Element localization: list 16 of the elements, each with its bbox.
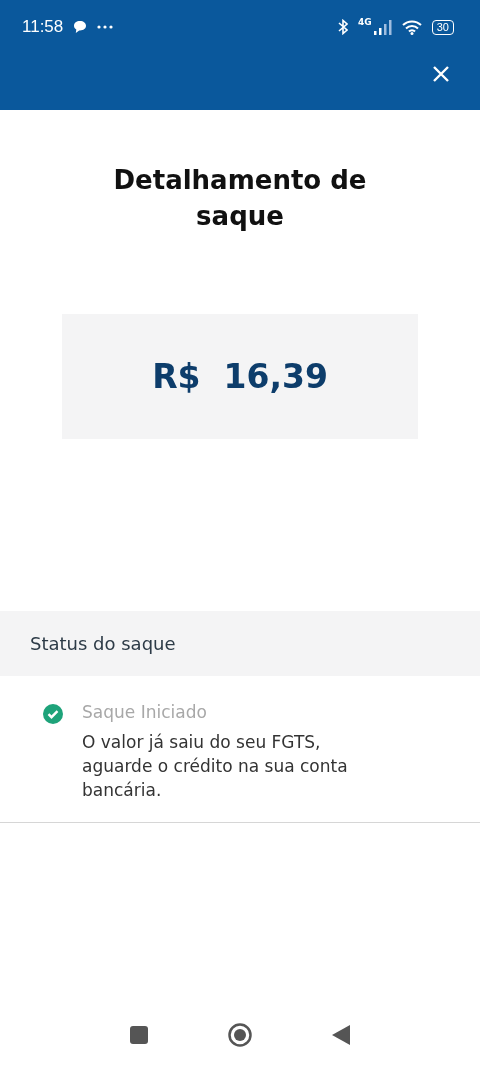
wifi-icon [401,19,422,35]
chat-bubble-icon [73,20,88,34]
signal-icon [373,19,392,35]
clock: 11:58 [22,17,64,37]
back-triangle-icon[interactable] [332,1025,350,1045]
step-label: Saque Iniciado [82,702,208,722]
page-title: Detalhamento de saque [112,164,368,233]
amount-value: R$ 16,39 [152,357,328,396]
battery-indicator: 30 [431,19,454,35]
bluetooth-icon [338,19,349,35]
home-circle-icon[interactable] [228,1023,252,1047]
section-title: Status do saque [30,633,176,654]
step-description: O valor já saiu do seu FGTS, aguarde o crédito na sua conta bancária. [82,731,349,802]
close-button[interactable] [432,65,450,83]
more-icon [97,25,114,29]
network-label: 4G [358,17,372,27]
